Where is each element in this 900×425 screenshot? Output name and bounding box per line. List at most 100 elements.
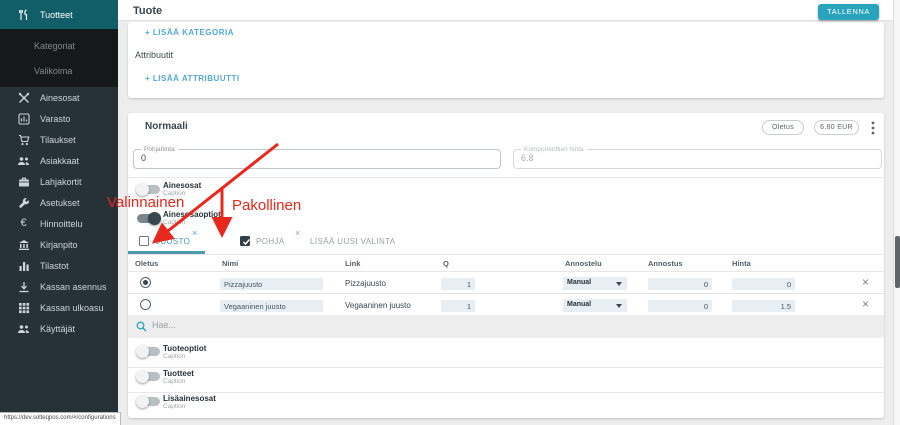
sidebar-item-tilastot[interactable]: Tilastot <box>0 255 118 276</box>
sidebar-item-label: Tuotteet <box>40 10 73 20</box>
price-input[interactable] <box>732 300 795 312</box>
sidebar-item-tuotteet[interactable]: Tuotteet <box>0 0 118 29</box>
chevron-down-icon <box>616 304 622 308</box>
ainesosat-toggle[interactable] <box>137 185 160 194</box>
scrollbar-thumb[interactable] <box>895 236 900 288</box>
sidebar-item-ainesosat[interactable]: Ainesosat <box>0 87 118 108</box>
tuotteet-toggle[interactable] <box>137 372 160 381</box>
default-radio[interactable] <box>140 299 151 310</box>
price-input[interactable] <box>732 278 795 290</box>
tuoteoptiot-toggle[interactable] <box>137 347 160 356</box>
name-input[interactable] <box>220 300 323 312</box>
sidebar-item-valikoima[interactable]: Valikoima <box>0 58 118 83</box>
sidebar-item-label: Valikoima <box>34 66 72 76</box>
download-icon <box>17 280 30 293</box>
sidebar-item-label: Lahjakortit <box>40 177 82 187</box>
price-pill-button[interactable]: 6.80 EUR <box>814 120 859 135</box>
sidebar-submenu: Kategoriat Valikoima <box>0 29 118 87</box>
save-button[interactable]: TALLENNA <box>818 4 879 20</box>
sidebar-item-asiakkaat[interactable]: Asiakkaat <box>0 150 118 171</box>
quantity-input[interactable] <box>441 300 475 312</box>
delete-row-icon[interactable]: × <box>862 299 869 309</box>
page-title: Tuote <box>133 5 162 17</box>
more-menu-icon[interactable] <box>871 121 875 140</box>
sidebar-item-kategoriat[interactable]: Kategoriat <box>0 33 118 58</box>
add-category-link[interactable]: + LISÄÄ KATEGORIA <box>145 28 234 37</box>
name-input[interactable] <box>220 278 323 290</box>
sidebar-item-label: Kassan asennus <box>40 282 107 292</box>
divider <box>128 392 884 393</box>
sidebar-item-kayttajat[interactable]: Käyttäjät <box>0 318 118 339</box>
col-header-link: Link <box>345 259 360 268</box>
close-tab-icon[interactable]: × <box>192 229 197 238</box>
sidebar-item-tilaukset[interactable]: Tilaukset <box>0 129 118 150</box>
base-price-field: Pohjahinta <box>133 149 501 169</box>
col-header-nimi: Nimi <box>222 259 238 268</box>
check-icon <box>243 240 249 245</box>
default-radio[interactable] <box>140 277 151 288</box>
sidebar-item-label: Hinnoittelu <box>40 219 83 229</box>
ainesosaoptiot-toggle[interactable] <box>137 214 160 223</box>
cart-icon <box>17 133 30 146</box>
dose-input[interactable] <box>648 300 712 312</box>
col-header-oletus: Oletus <box>135 259 158 268</box>
grid-icon <box>17 301 30 314</box>
attributes-section-label: Attribuutit <box>135 50 173 60</box>
sidebar: Tuotteet Kategoriat Valikoima Ainesosat … <box>0 0 118 425</box>
table-row: Pizzajuusto Manual × <box>128 271 884 293</box>
variant-title: Normaali <box>145 121 188 132</box>
toggle-label: Lisäainesosat <box>163 394 216 403</box>
divider <box>128 367 884 368</box>
sidebar-item-hinnoittelu[interactable]: € Hinnoittelu <box>0 213 118 234</box>
sidebar-item-label: Kassan ulkoasu <box>40 303 104 313</box>
sidebar-item-kassan-asennus[interactable]: Kassan asennus <box>0 276 118 297</box>
search-icon <box>136 321 147 332</box>
sidebar-item-label: Asiakkaat <box>40 156 79 166</box>
col-header-annostus: Annostus <box>648 259 683 268</box>
toggle-caption: Caption <box>163 378 185 385</box>
ingredients-icon <box>17 91 30 104</box>
delete-row-icon[interactable]: × <box>862 277 869 287</box>
component-price-field: Komponenttien hinta <box>513 149 882 169</box>
restaurant-icon <box>17 8 30 21</box>
toggle-caption: Caption <box>163 403 185 410</box>
juusto-checkbox[interactable] <box>139 236 149 246</box>
dose-input[interactable] <box>648 278 712 290</box>
toggle-label: Tuotteet <box>163 369 194 378</box>
close-tab-icon[interactable]: × <box>295 229 300 238</box>
sidebar-item-kassan-ulkoasu[interactable]: Kassan ulkoasu <box>0 297 118 318</box>
toggle-caption: Caption <box>163 219 185 226</box>
sidebar-item-asetukset[interactable]: Asetukset <box>0 192 118 213</box>
component-price-input[interactable] <box>521 153 833 163</box>
pohja-checkbox[interactable] <box>240 236 250 246</box>
add-attribute-link[interactable]: + LISÄÄ ATTRIBUUTTI <box>145 74 240 83</box>
dosing-select[interactable]: Manual <box>563 299 627 312</box>
dosing-select[interactable]: Manual <box>563 277 627 290</box>
sidebar-item-varasto[interactable]: Varasto <box>0 108 118 129</box>
tab-juusto[interactable]: JUUSTO <box>156 237 190 246</box>
col-header-hinta: Hinta <box>732 259 751 268</box>
add-new-option-link[interactable]: LISÄÄ UUSI VALINTA <box>310 237 396 246</box>
top-bar: Tuote TALLENNA <box>118 0 893 21</box>
col-header-q: Q <box>443 259 449 268</box>
sidebar-item-label: Asetukset <box>40 198 80 208</box>
sidebar-item-label: Kategoriat <box>34 41 75 51</box>
lisaainesosat-toggle[interactable] <box>137 397 160 406</box>
toggle-label: Tuoteoptiot <box>163 344 206 353</box>
quantity-input[interactable] <box>441 278 475 290</box>
divider <box>128 177 884 178</box>
toggle-caption: Caption <box>163 190 185 197</box>
sidebar-item-label: Ainesosat <box>40 93 80 103</box>
sidebar-item-label: Varasto <box>40 114 70 124</box>
search-input[interactable] <box>152 320 452 330</box>
tab-pohja[interactable]: POHJA <box>256 237 285 246</box>
giftcard-icon <box>17 175 30 188</box>
sidebar-item-kirjanpito[interactable]: Kirjanpito <box>0 234 118 255</box>
inventory-icon <box>17 112 30 125</box>
vertical-scrollbar[interactable] <box>893 0 900 425</box>
users-icon <box>17 322 30 335</box>
default-pill-button[interactable]: Oletus <box>762 120 804 135</box>
sidebar-item-lahjakortit[interactable]: Lahjakortit <box>0 171 118 192</box>
base-price-input[interactable] <box>141 153 452 163</box>
col-header-annostelu: Annostelu <box>565 259 602 268</box>
